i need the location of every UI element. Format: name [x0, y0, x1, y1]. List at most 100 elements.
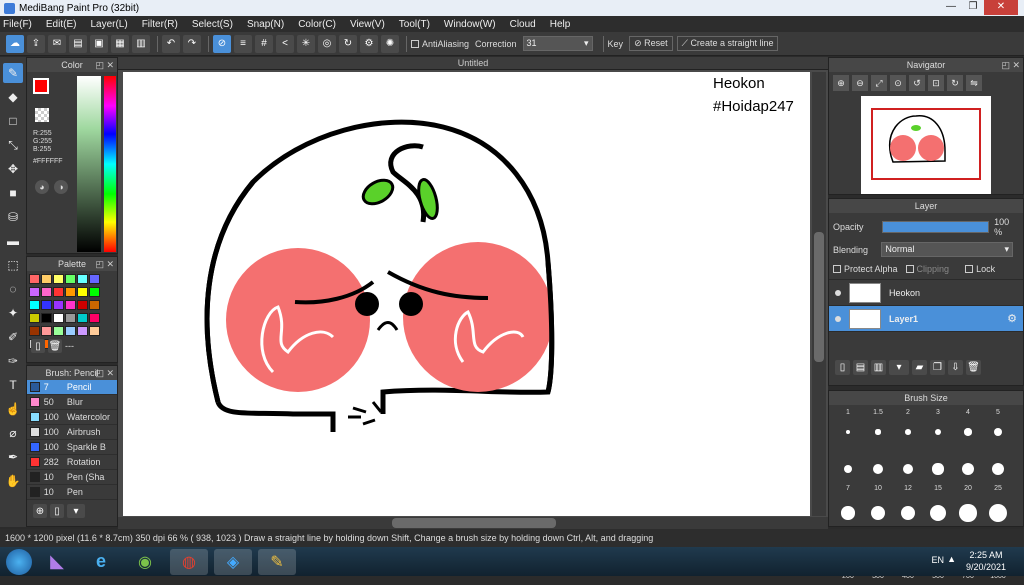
grid-icon[interactable]: ▥ — [132, 34, 150, 53]
brush-size-option[interactable]: 7 — [833, 453, 863, 497]
snap-off-icon[interactable]: ⊘ — [213, 34, 231, 53]
navigator-preview[interactable] — [861, 96, 991, 194]
palette-swatch[interactable] — [65, 313, 76, 323]
select-eraser-tool-icon[interactable]: ✑ — [3, 351, 23, 371]
rectangle-tool-icon[interactable]: □ — [3, 111, 23, 131]
menu-edit[interactable]: Edit(E) — [46, 19, 77, 30]
vertical-scrollbar[interactable] — [812, 72, 826, 516]
visibility-icon[interactable] — [835, 289, 841, 296]
transparent-swatch[interactable] — [35, 108, 49, 122]
palette-swatch[interactable] — [77, 274, 88, 284]
menu-color[interactable]: Color(C) — [298, 19, 336, 30]
brush-tool-icon[interactable]: ✎ — [3, 63, 23, 83]
document-tab[interactable]: Untitled — [118, 57, 828, 70]
palette-swatch[interactable] — [41, 326, 52, 336]
palette-swatch[interactable] — [29, 326, 40, 336]
primary-color-swatch[interactable] — [33, 78, 49, 94]
paint-icon[interactable]: ✎ — [258, 548, 296, 575]
vertical-scroll-thumb[interactable] — [814, 232, 824, 362]
menu-filter[interactable]: Filter(R) — [142, 19, 178, 30]
save-icon[interactable]: ▣ — [90, 34, 108, 53]
ie-icon[interactable]: e — [82, 549, 120, 575]
palette-swatch[interactable] — [89, 300, 100, 310]
menu-tool[interactable]: Tool(T) — [399, 19, 430, 30]
snap-settings-icon[interactable]: ⚙ — [360, 34, 378, 53]
fit-icon[interactable]: ⤢ — [871, 75, 887, 91]
hand-tool-icon[interactable]: ✋ — [3, 471, 23, 491]
dot-tool-icon[interactable]: ⤡ — [3, 135, 23, 155]
visual-studio-icon[interactable]: ◣ — [38, 549, 76, 575]
palette-swatch[interactable] — [65, 326, 76, 336]
curve-snap-icon[interactable]: ↻ — [339, 34, 357, 53]
panel-buttons[interactable]: ◰ ✕ — [95, 58, 114, 72]
protect-alpha-checkbox[interactable] — [833, 265, 841, 273]
menu-window[interactable]: Window(W) — [444, 19, 496, 30]
layer-row-heokon[interactable]: Heokon — [829, 280, 1023, 306]
layer-row-layer1[interactable]: Layer1 ⚙ — [829, 306, 1023, 332]
menu-select[interactable]: Select(S) — [192, 19, 233, 30]
palette-swatch[interactable] — [77, 300, 88, 310]
brush-size-option[interactable]: 1.5 — [863, 409, 893, 453]
palette-swatch[interactable] — [53, 313, 64, 323]
eraser-tool-icon[interactable]: ◆ — [3, 87, 23, 107]
folder-icon[interactable]: ▰ — [912, 360, 927, 375]
palette-swatch[interactable] — [53, 300, 64, 310]
panel-buttons[interactable]: ◰ ✕ — [1001, 58, 1020, 72]
brush-item[interactable]: 50 Blur — [27, 395, 117, 410]
drawing-canvas[interactable]: Heokon #Hoidap247 — [123, 72, 810, 516]
opacity-slider[interactable] — [881, 221, 990, 233]
palette-swatch[interactable] — [77, 287, 88, 297]
cross-snap-icon[interactable]: # — [255, 34, 273, 53]
palette-swatch[interactable] — [29, 300, 40, 310]
radial-snap-icon[interactable]: ✳ — [297, 34, 315, 53]
palette-swatch[interactable] — [89, 326, 100, 336]
clipping-checkbox[interactable] — [905, 265, 914, 273]
new-8bit-layer-icon[interactable]: ▥ — [871, 360, 886, 375]
medibang-taskbar-icon[interactable]: ◈ — [214, 548, 252, 575]
palette-swatch[interactable] — [65, 300, 76, 310]
vanish-snap-icon[interactable]: < — [276, 34, 294, 53]
flip-icon[interactable]: ⇋ — [966, 75, 982, 91]
gradient-tool-icon[interactable]: ▬ — [3, 231, 23, 251]
settings-icon[interactable]: ✺ — [381, 34, 399, 53]
pen-tool-icon[interactable]: ✒ — [3, 447, 23, 467]
brush-item[interactable]: 100 Sparkle B — [27, 440, 117, 455]
document-icon[interactable]: ▤ — [69, 34, 87, 53]
menu-snap[interactable]: Snap(N) — [247, 19, 284, 30]
visibility-icon[interactable] — [835, 315, 841, 322]
layer-settings-icon[interactable]: ⚙ — [1007, 312, 1017, 325]
cloud-icon[interactable]: ☁ — [6, 34, 24, 53]
operation-tool-icon[interactable]: ☝ — [3, 399, 23, 419]
horizontal-scroll-thumb[interactable] — [392, 518, 556, 528]
brush-size-option[interactable]: 4 — [953, 409, 983, 453]
new-palette-icon[interactable]: ▯ — [31, 339, 45, 353]
brush-size-option[interactable]: 15 — [923, 453, 953, 497]
palette-swatch[interactable] — [41, 300, 52, 310]
panel-buttons[interactable]: ◰ ✕ — [95, 366, 114, 380]
horizontal-scrollbar[interactable] — [118, 517, 828, 529]
palette-swatch[interactable] — [77, 326, 88, 336]
maximize-button[interactable]: ❐ — [962, 0, 984, 15]
coccoc-icon[interactable]: ◉ — [126, 549, 164, 575]
move-tool-icon[interactable]: ✥ — [3, 159, 23, 179]
add-brush-icon[interactable]: ⊕ — [33, 504, 47, 518]
palette-swatch[interactable] — [77, 313, 88, 323]
palette-history-icon[interactable]: ◑ — [54, 180, 68, 194]
menu-view[interactable]: View(V) — [350, 19, 385, 30]
hue-slider[interactable] — [104, 76, 116, 252]
comment-icon[interactable]: ✉ — [48, 34, 66, 53]
palette-swatch[interactable] — [29, 313, 40, 323]
new-halftone-layer-icon[interactable]: ▤ — [853, 360, 868, 375]
lasso-tool-icon[interactable]: ◌ — [3, 279, 23, 299]
brush-menu-icon[interactable]: ▾ — [67, 504, 85, 518]
brush-item[interactable]: 100 Watercolor — [27, 410, 117, 425]
brush-size-option[interactable]: 3 — [923, 409, 953, 453]
brush-item[interactable]: 100 Airbrush — [27, 425, 117, 440]
delete-layer-icon[interactable]: 🗑 — [966, 360, 981, 375]
palette-swatch[interactable] — [29, 274, 40, 284]
lock-checkbox[interactable] — [965, 265, 974, 273]
brush-size-option[interactable]: 20 — [953, 453, 983, 497]
clock[interactable]: 2:25 AM 9/20/2021 — [966, 549, 1006, 573]
menu-cloud[interactable]: Cloud — [510, 19, 536, 30]
correction-select[interactable]: 31 — [522, 36, 593, 51]
